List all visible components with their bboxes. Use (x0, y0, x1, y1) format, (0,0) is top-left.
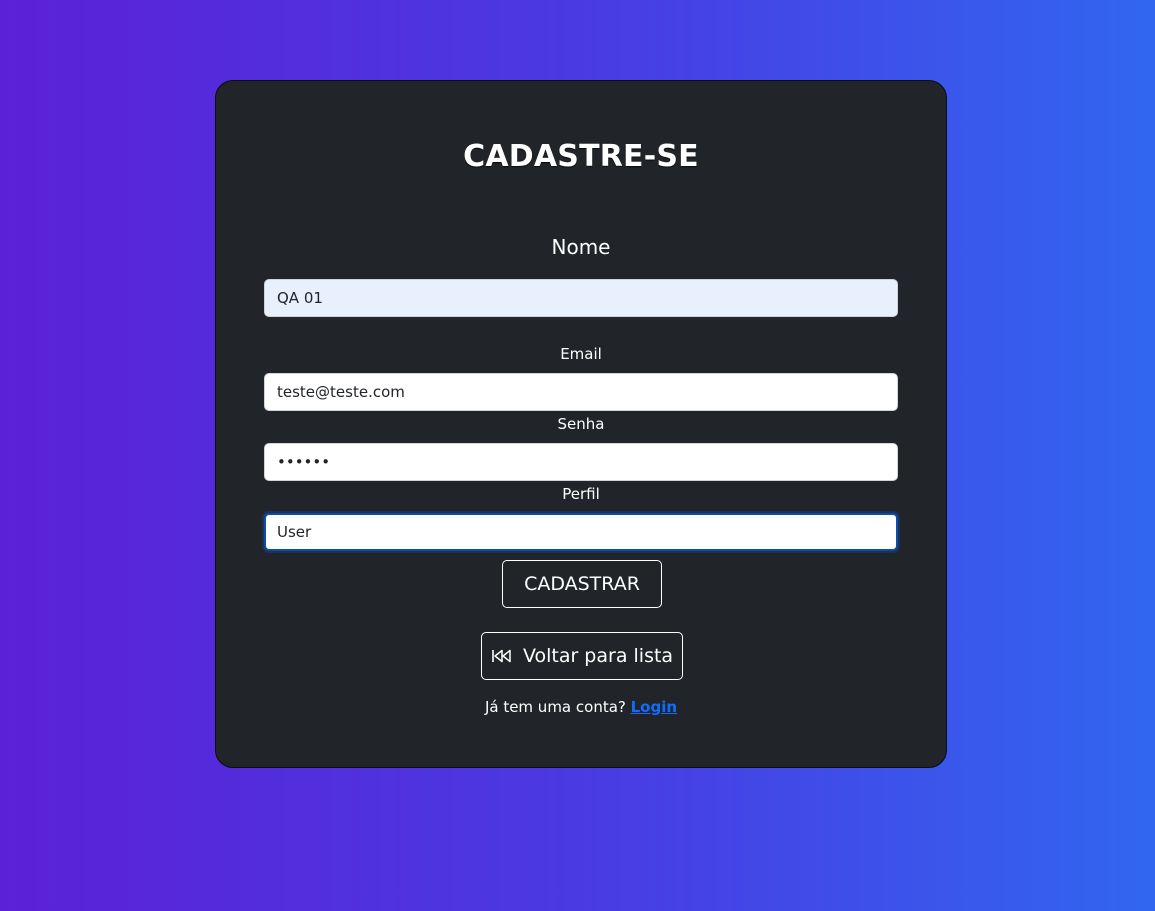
profile-label: Perfil (562, 485, 600, 503)
login-prompt-text: Já tem uma conta? (484, 698, 631, 716)
back-to-list-label: Voltar para lista (522, 645, 674, 667)
email-label: Email (560, 345, 602, 363)
name-field[interactable] (264, 279, 898, 317)
name-label: Nome (551, 235, 611, 259)
register-button[interactable]: CADASTRAR (502, 560, 662, 608)
login-link[interactable]: Login (631, 698, 677, 716)
login-prompt: Já tem uma conta? Login (216, 698, 946, 716)
page-title: CADASTRE-SE (463, 139, 699, 174)
password-label: Senha (557, 415, 605, 433)
back-to-list-button[interactable]: Voltar para lista (481, 632, 683, 680)
rewind-icon (491, 648, 513, 664)
password-field[interactable] (264, 443, 898, 481)
email-field[interactable] (264, 373, 898, 411)
register-card: CADASTRE-SE Nome Email Senha Perfil CADA… (215, 80, 947, 768)
profile-field[interactable] (264, 513, 898, 551)
